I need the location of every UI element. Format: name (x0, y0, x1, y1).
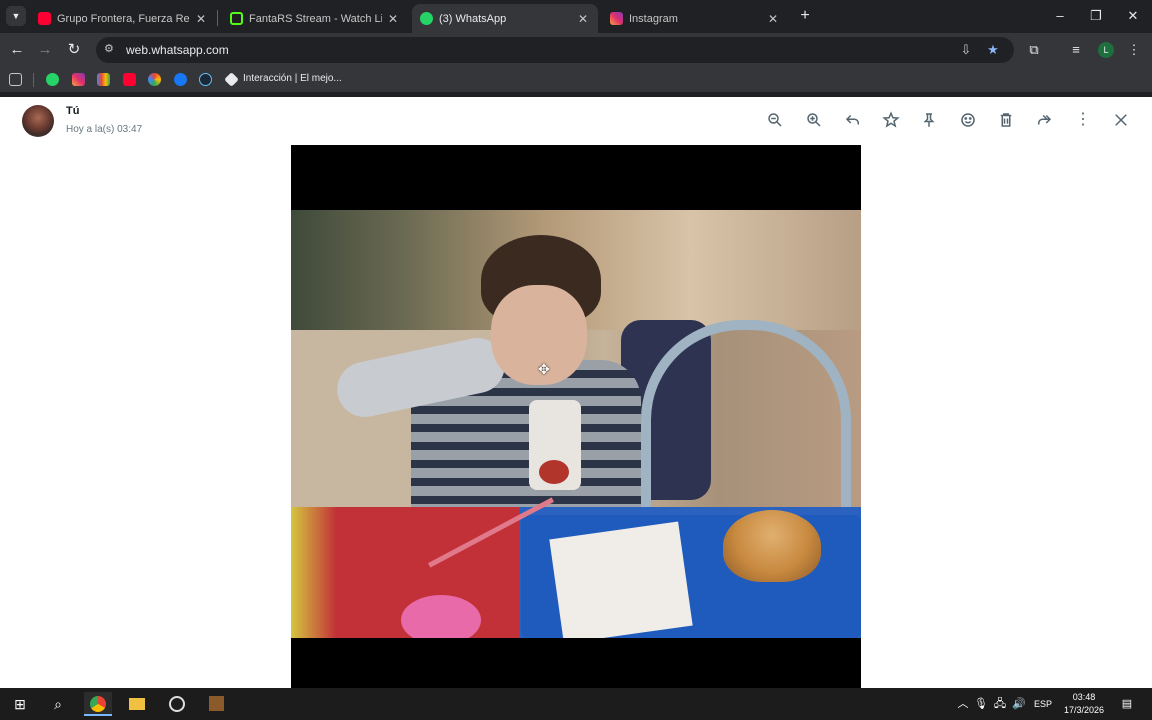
close-tab-icon[interactable]: ✕ (194, 12, 208, 26)
bookmark-interaccion[interactable]: Interacción | El mejo... (243, 73, 342, 84)
facebook-bookmark-icon[interactable] (174, 73, 187, 86)
photo-cup-logo (539, 460, 569, 484)
whatsapp-bookmark-icon[interactable] (46, 73, 59, 86)
tab-youtube[interactable]: Grupo Frontera, Fuerza Regida ✕ (30, 4, 216, 33)
minimize-button[interactable]: – (1049, 6, 1071, 26)
extensions-icon[interactable]: ⧉ (1024, 40, 1044, 60)
photo-burger (723, 510, 821, 582)
photo-frame: ✥ (291, 210, 861, 638)
search-icon[interactable]: ⌕ (44, 692, 72, 716)
tab-title: Grupo Frontera, Fuerza Regida (57, 12, 190, 25)
taskbar: ⊞ ⌕ ︿ 🎙 🖧 🔊 ESP 03:48 17/3/2026 ▤ (0, 688, 1152, 720)
instagram-icon (610, 12, 623, 25)
chrome-logo-icon (90, 696, 106, 712)
pin-icon[interactable] (918, 109, 940, 131)
site-info-icon[interactable]: ⚙ (104, 42, 118, 56)
tab-title: (3) WhatsApp (439, 12, 507, 25)
network-icon[interactable]: 🖧 (993, 696, 1007, 712)
install-app-icon[interactable]: ⇩ (958, 42, 974, 58)
reload-button[interactable]: ↻ (64, 40, 84, 60)
browser-window: ▼ Grupo Frontera, Fuerza Regida ✕ FantaR… (0, 0, 1152, 97)
clock-time[interactable]: 03:48 (1060, 692, 1108, 702)
tab-kick[interactable]: FantaRS Stream - Watch Live on ✕ (222, 4, 408, 33)
profile-avatar[interactable]: L (1098, 42, 1114, 58)
react-emoji-icon[interactable] (957, 109, 979, 131)
star-icon[interactable] (880, 109, 902, 131)
photo-toy (401, 595, 481, 638)
tab-strip: ▼ Grupo Frontera, Fuerza Regida ✕ FantaR… (0, 0, 1152, 33)
folder-icon (129, 698, 145, 710)
browser-toolbar: ← → ↻ ⚙ web.whatsapp.com ⇩ ★ ⧉ ≡ L ⋮ (0, 33, 1152, 68)
zoom-in-icon[interactable] (803, 109, 825, 131)
message-timestamp: Hoy a la(s) 03:47 (66, 124, 143, 135)
move-cursor-icon: ✥ (538, 361, 550, 377)
bookmark-star-icon[interactable]: ★ (985, 42, 1001, 58)
close-tab-icon[interactable]: ✕ (386, 12, 400, 26)
tab-instagram[interactable]: Instagram ✕ (602, 4, 788, 33)
interaccion-bookmark-icon[interactable] (224, 72, 239, 87)
forward-icon[interactable] (1033, 109, 1055, 131)
media-control-icon[interactable]: ≡ (1066, 40, 1086, 60)
youtube-bookmark-icon[interactable] (123, 73, 136, 86)
chrome-taskbar-icon[interactable] (84, 692, 112, 716)
delete-icon[interactable] (995, 109, 1017, 131)
instagram-bookmark-icon[interactable] (72, 73, 85, 86)
file-explorer-icon[interactable] (123, 692, 151, 716)
obs-logo-icon (169, 696, 185, 712)
tab-search-button[interactable]: ▼ (6, 6, 26, 26)
tab-title: Instagram (629, 12, 678, 25)
apps-icon[interactable] (9, 73, 22, 86)
photo-chair (641, 320, 851, 510)
new-tab-button[interactable]: + (797, 8, 813, 24)
volume-icon[interactable]: 🔊 (1012, 696, 1026, 712)
show-hidden-icons[interactable]: ︿ (956, 696, 970, 712)
restore-button[interactable]: ❐ (1085, 6, 1107, 26)
close-tab-icon[interactable]: ✕ (766, 12, 780, 26)
close-tab-icon[interactable]: ✕ (576, 12, 590, 26)
photo-wrapper (549, 521, 693, 638)
forward-button[interactable]: → (35, 40, 55, 60)
avatar (22, 105, 54, 137)
obs-icon[interactable] (163, 692, 191, 716)
windows-start-icon[interactable]: ⊞ (6, 692, 34, 716)
gmail-bookmark-icon[interactable] (97, 73, 110, 86)
media-image[interactable]: ✥ (291, 145, 861, 688)
menu-icon[interactable]: ⋮ (1072, 109, 1094, 131)
bookmarks-bar: Interacción | El mejo... (0, 68, 1152, 92)
microphone-icon[interactable]: 🎙 (974, 696, 988, 712)
tab-title: FantaRS Stream - Watch Live on (249, 12, 382, 25)
steam-bookmark-icon[interactable] (199, 73, 212, 86)
clock-date[interactable]: 17/3/2026 (1060, 705, 1108, 715)
close-window-button[interactable]: ✕ (1122, 6, 1144, 26)
chrome-bookmark-icon[interactable] (148, 73, 161, 86)
zoom-out-icon[interactable] (764, 109, 786, 131)
minecraft-block-icon (208, 696, 224, 711)
minecraft-icon[interactable] (202, 692, 230, 716)
close-icon[interactable] (1110, 109, 1132, 131)
bookmark-separator (33, 73, 34, 87)
address-bar[interactable]: ⚙ web.whatsapp.com ⇩ ★ (96, 37, 1014, 63)
tab-separator (217, 10, 218, 26)
url-text: web.whatsapp.com (126, 43, 229, 57)
media-viewer: Tú Hoy a la(s) 03:47 ⋮ ✥ (0, 97, 1152, 688)
notifications-icon[interactable]: ▤ (1120, 696, 1134, 712)
language-indicator[interactable]: ESP (1032, 699, 1054, 709)
youtube-icon (38, 12, 51, 25)
back-button[interactable]: ← (7, 40, 27, 60)
sender-name: Tú (66, 105, 80, 117)
whatsapp-icon (420, 12, 433, 25)
tab-whatsapp[interactable]: (3) WhatsApp ✕ (412, 4, 598, 33)
reply-icon[interactable] (842, 109, 864, 131)
chrome-menu-icon[interactable]: ⋮ (1124, 40, 1144, 60)
kick-icon (230, 12, 243, 25)
